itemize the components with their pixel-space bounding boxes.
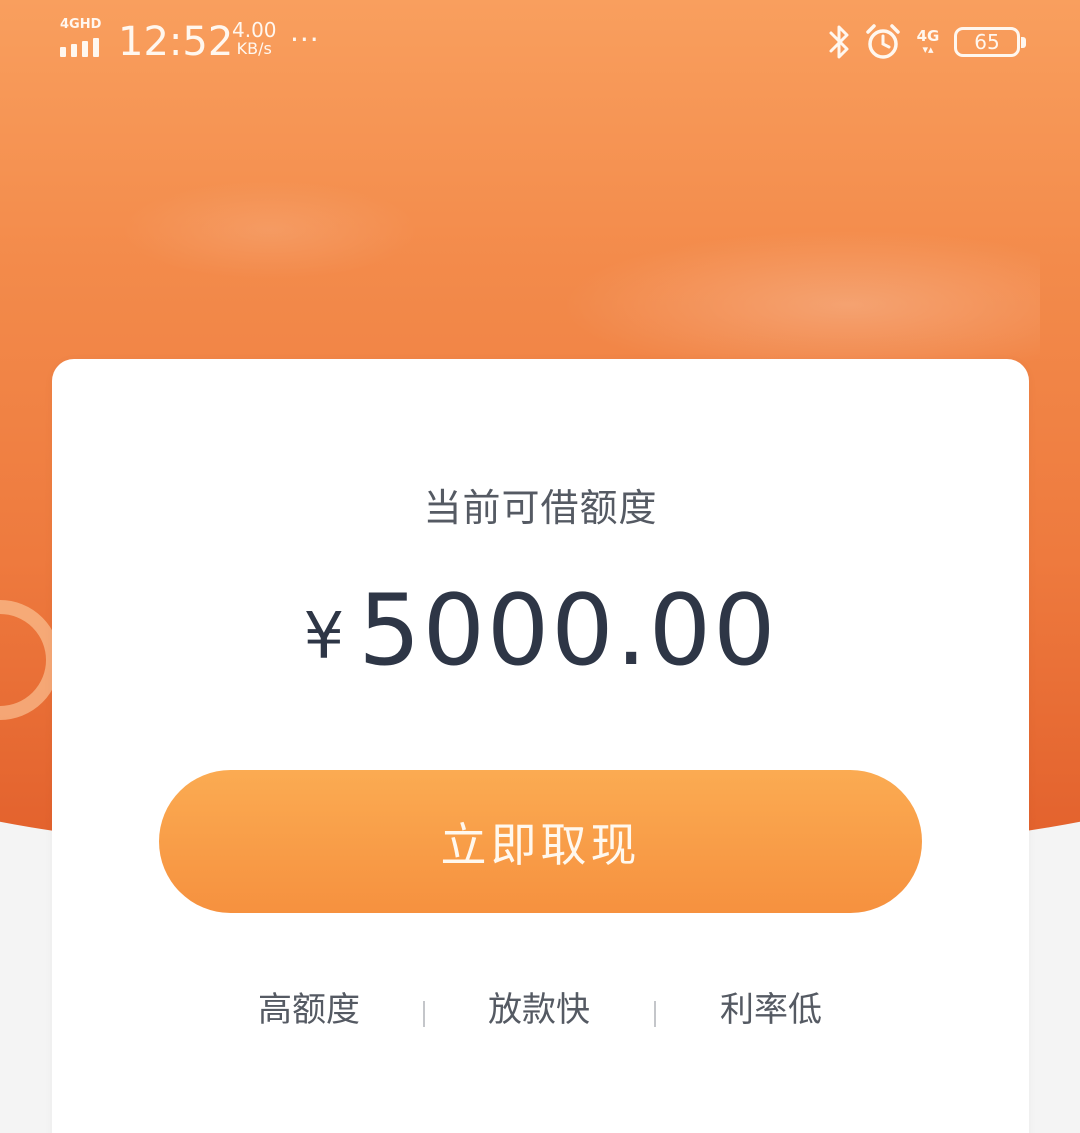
credit-limit-label: 当前可借额度: [423, 486, 658, 530]
credit-amount: ¥5000.00: [52, 574, 1029, 688]
hero-decoration: [560, 230, 1040, 380]
cellular-label: 4G: [916, 26, 940, 45]
signal-icon: 4GHD: [60, 18, 106, 58]
withdraw-button[interactable]: 立即取现: [159, 770, 922, 913]
network-label: 4GHD: [60, 17, 102, 32]
data-arrows: ▾▴: [922, 42, 934, 56]
status-icons: 4G ▾▴ 65: [826, 20, 1026, 64]
feature-high-limit: 高额度: [258, 990, 360, 1030]
cellular-4g-icon: 4G ▾▴: [914, 26, 942, 56]
divider: [654, 1001, 656, 1027]
feature-list: 高额度 放款快 利率低: [52, 987, 1029, 1037]
alarm-icon: [864, 23, 902, 61]
feature-fast-disbursement: 放款快: [488, 990, 590, 1030]
battery-level: 65: [974, 30, 1000, 54]
feature-low-rate: 利率低: [720, 990, 822, 1030]
network-speed: 4.00 KB/s: [232, 20, 277, 58]
clock: 12:52: [118, 19, 234, 65]
battery-icon: 65: [954, 27, 1026, 57]
hero-decoration: [120, 180, 420, 280]
status-bar: 4GHD 12:52 4.00 KB/s ··· 4G ▾▴ 65: [0, 0, 1080, 84]
amount-value: 5000.00: [358, 574, 778, 688]
speed-unit: KB/s: [236, 39, 272, 58]
app-screen: 4GHD 12:52 4.00 KB/s ··· 4G ▾▴ 65 当前可借额度…: [0, 0, 1080, 1133]
currency-symbol: ¥: [303, 600, 345, 674]
credit-limit-card: 当前可借额度 ¥5000.00 立即取现 高额度 放款快 利率低: [52, 359, 1029, 1133]
more-notifications-icon: ···: [290, 23, 320, 56]
signal-bars: [60, 38, 99, 57]
divider: [423, 1001, 425, 1027]
bluetooth-icon: [826, 23, 852, 61]
